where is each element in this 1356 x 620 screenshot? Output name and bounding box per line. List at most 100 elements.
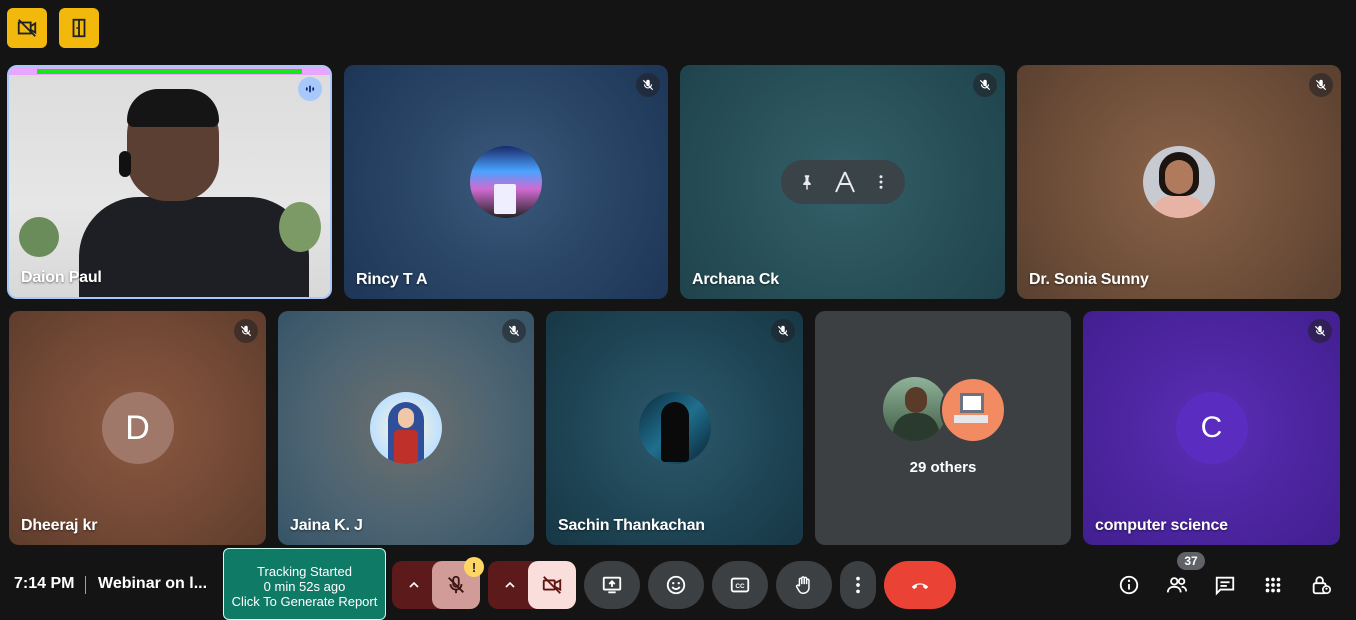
participant-tile-jaina[interactable]: Jaina K. J	[278, 311, 534, 545]
mic-muted-badge	[502, 319, 526, 343]
profile-picture	[370, 392, 442, 464]
participant-tile-computer-science[interactable]: C computer science	[1083, 311, 1340, 545]
tracker-line-1: Tracking Started	[257, 564, 352, 579]
others-tile[interactable]: 29 others	[815, 311, 1071, 545]
profile-picture	[638, 392, 711, 464]
mic-off-icon	[240, 325, 252, 337]
mic-off-icon	[979, 79, 991, 91]
mic-muted-badge	[636, 73, 660, 97]
people-button[interactable]	[1164, 572, 1190, 598]
mic-off-icon	[642, 79, 654, 91]
frame-adjust-icon[interactable]	[831, 168, 859, 196]
pin-icon[interactable]	[795, 170, 819, 194]
tracking-report-button[interactable]: Tracking Started 0 min 52s ago Click To …	[223, 548, 386, 620]
initial-avatar: D	[101, 392, 174, 464]
headset-icon	[119, 151, 131, 177]
chevron-up-icon	[505, 581, 515, 588]
more-options-icon[interactable]	[871, 170, 891, 194]
portrait-robe	[394, 430, 418, 464]
participant-count-badge: 37	[1177, 552, 1205, 570]
mic-off-icon	[448, 575, 464, 594]
svg-text:CC: CC	[735, 583, 745, 590]
raise-hand-button[interactable]	[776, 561, 832, 609]
meeting-title[interactable]: Webinar on l...	[98, 575, 207, 593]
participant-name: Rincy T A	[356, 271, 428, 288]
chevron-up-icon	[409, 581, 419, 588]
people-icon	[1166, 577, 1188, 593]
apps-grid-icon	[1265, 577, 1281, 593]
participant-name: Jaina K. J	[290, 517, 363, 534]
profile-picture	[470, 146, 542, 218]
tracker-line-2: 0 min 52s ago	[263, 579, 346, 594]
others-avatar-1	[883, 377, 947, 441]
leave-call-button[interactable]	[884, 561, 956, 609]
plant-right	[279, 202, 321, 252]
present-screen-button[interactable]	[584, 561, 640, 609]
audio-wave-icon	[305, 85, 315, 93]
mic-off-icon	[777, 325, 789, 337]
reactions-button[interactable]	[648, 561, 704, 609]
participant-tile-sonia[interactable]: Dr. Sonia Sunny	[1017, 65, 1341, 299]
present-icon	[602, 576, 622, 594]
portrait-face	[398, 408, 414, 428]
mic-off-icon	[1315, 79, 1327, 91]
chat-icon	[1215, 576, 1235, 596]
participant-name: Dheeraj kr	[21, 517, 98, 534]
speaking-indicator	[298, 77, 322, 101]
meeting-time: 7:14 PM	[14, 575, 75, 592]
mic-off-icon	[1314, 325, 1326, 337]
participant-tile-rincy[interactable]: Rincy T A	[344, 65, 668, 299]
hide-video-icon-button[interactable]	[7, 8, 47, 48]
hand-icon	[795, 576, 810, 594]
video-off-icon	[542, 576, 562, 594]
more-options-button[interactable]	[840, 561, 876, 609]
participant-name: Sachin Thankachan	[558, 517, 705, 534]
end-call-icon	[911, 583, 929, 590]
waterfall-image	[494, 184, 516, 214]
mic-off-icon	[508, 325, 520, 337]
closed-captions-icon: CC	[730, 577, 750, 593]
participant-name: Archana Ck	[692, 271, 779, 288]
audio-level-fill	[37, 69, 302, 74]
warning-badge: !	[464, 557, 484, 577]
participant-tile-archana[interactable]: Archana Ck	[680, 65, 1005, 299]
activities-button[interactable]	[1260, 572, 1286, 598]
participant-tile-sachin[interactable]: Sachin Thankachan	[546, 311, 803, 545]
info-icon	[1119, 575, 1139, 595]
others-avatar-2	[940, 377, 1006, 443]
initial-avatar: C	[1175, 392, 1248, 464]
mic-muted-badge	[1309, 73, 1333, 97]
video-person-hair	[127, 89, 219, 127]
door-icon	[72, 18, 86, 38]
participant-tile-daion-paul[interactable]: Daion Paul	[7, 65, 332, 299]
mic-muted-badge	[234, 319, 258, 343]
more-vert-icon	[856, 576, 860, 594]
host-controls-button[interactable]	[1308, 572, 1334, 598]
mic-muted-badge	[1308, 319, 1332, 343]
meeting-details-button[interactable]	[1116, 572, 1142, 598]
audio-settings-chevron[interactable]	[398, 561, 430, 609]
tile-hover-toolbar	[781, 160, 905, 204]
captions-button[interactable]: CC	[712, 561, 768, 609]
portrait-face	[1165, 160, 1193, 194]
divider	[85, 576, 86, 594]
participant-name: computer science	[1095, 517, 1228, 534]
video-off-icon	[17, 19, 37, 37]
participant-tile-dheeraj[interactable]: D Dheeraj kr	[9, 311, 266, 545]
hooded-figure	[660, 402, 689, 462]
tracker-line-3: Click To Generate Report	[231, 594, 378, 609]
participant-name: Daion Paul	[21, 269, 102, 286]
video-person-body	[79, 197, 309, 297]
video-settings-chevron[interactable]	[494, 561, 526, 609]
plant-left	[19, 217, 59, 257]
others-count-label: 29 others	[909, 459, 977, 476]
emoji-icon	[666, 575, 686, 595]
participant-name: Dr. Sonia Sunny	[1029, 271, 1149, 288]
chat-button[interactable]	[1212, 572, 1238, 598]
mic-muted-badge	[771, 319, 795, 343]
portrait-shoulders	[1151, 196, 1207, 218]
exit-door-button[interactable]	[59, 8, 99, 48]
mic-muted-badge	[973, 73, 997, 97]
lock-person-icon	[1312, 576, 1331, 595]
camera-toggle-button[interactable]	[528, 561, 576, 609]
